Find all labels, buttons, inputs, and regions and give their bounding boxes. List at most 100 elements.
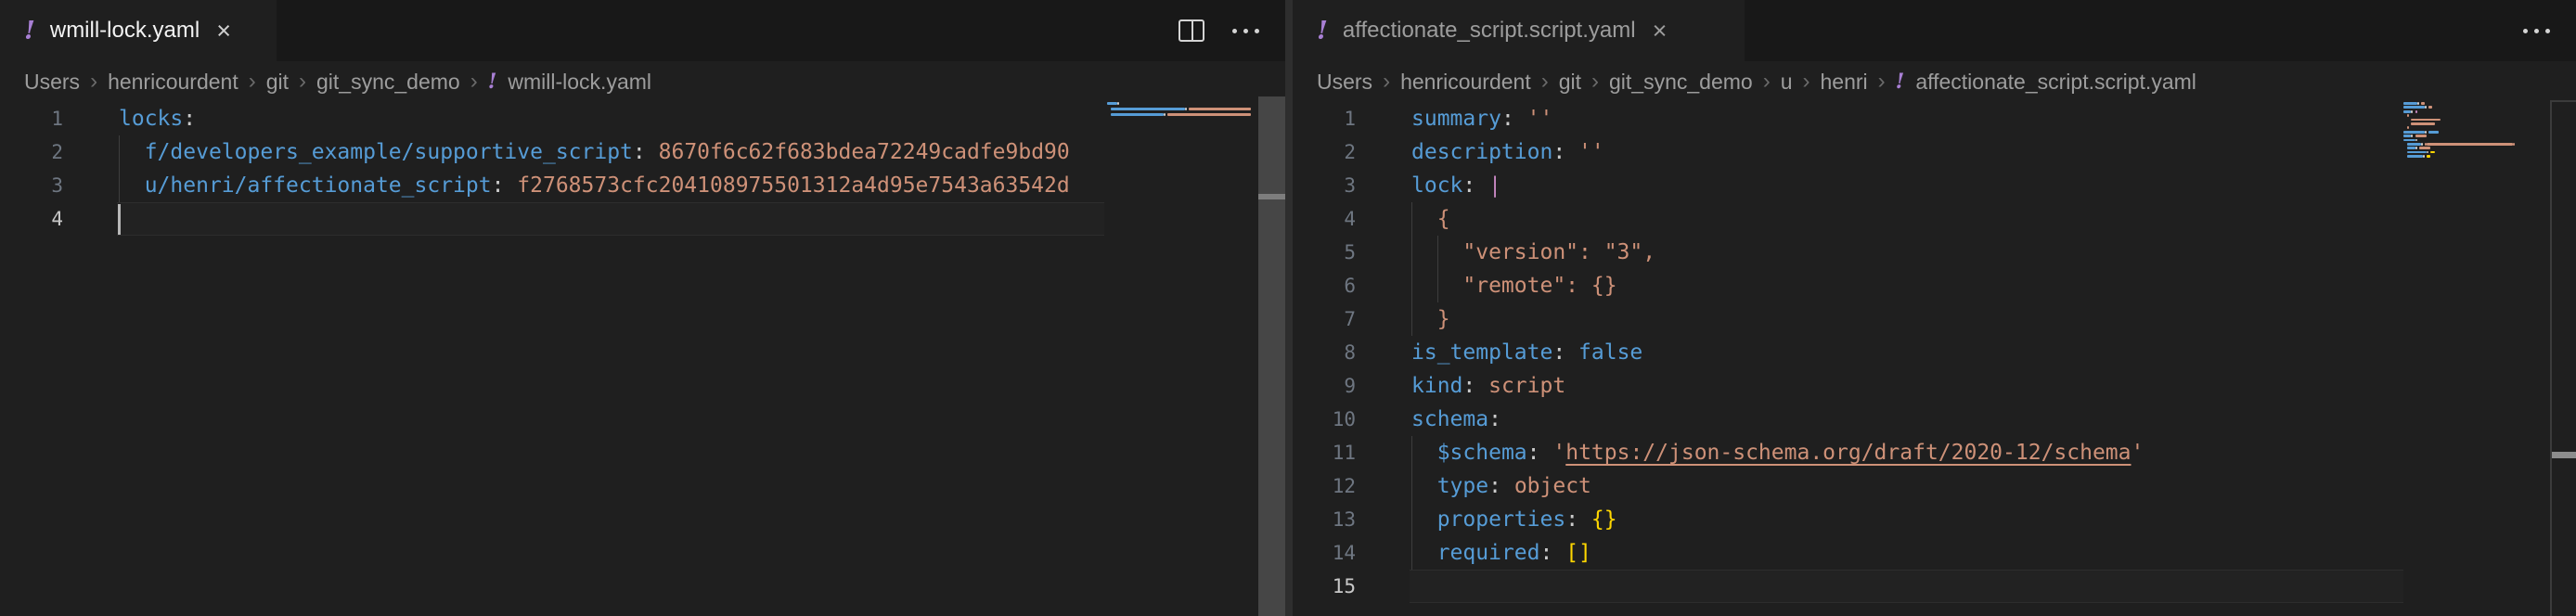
line-number: 11: [1293, 436, 1356, 469]
yaml-file-icon: !: [1896, 70, 1905, 94]
code-token: schema: [1411, 407, 1488, 431]
minimap[interactable]: [2403, 102, 2544, 163]
breadcrumb-separator-icon: ›: [249, 69, 256, 95]
line-number: 9: [1293, 369, 1356, 403]
breadcrumb-file[interactable]: wmill-lock.yaml: [508, 70, 651, 95]
code-line: f/developers_example/supportive_script: …: [117, 135, 1104, 169]
code-editor[interactable]: 1summary: ''2description: ''3lock: |4 {5…: [1293, 102, 2576, 616]
code-token: "version": "3",: [1462, 240, 1655, 264]
code-line: $schema: 'https://json-schema.org/draft/…: [1410, 436, 2403, 469]
code-token: kind: [1411, 374, 1462, 398]
overview-ruler-border: [2550, 100, 2552, 616]
breadcrumb-item[interactable]: henricourdent: [1400, 70, 1531, 95]
breadcrumb-separator-icon: ›: [470, 69, 478, 95]
breadcrumb-item[interactable]: git: [1559, 70, 1581, 95]
tab-wmill-lock-yaml[interactable]: ! wmill-lock.yaml ×: [0, 0, 277, 61]
code-token: required: [1437, 541, 1540, 565]
breadcrumb-item[interactable]: git_sync_demo: [316, 70, 460, 95]
code-token: [1552, 541, 1565, 565]
code-token: [1578, 507, 1591, 532]
breadcrumb-separator-icon: ›: [1803, 69, 1810, 95]
more-actions-icon[interactable]: [2523, 29, 2550, 33]
code-token: properties: [1437, 507, 1565, 532]
code-token: :: [1527, 441, 1540, 465]
editor-group-right: ! affectionate_script.script.yaml × User…: [1293, 0, 2576, 616]
code-token: is_template: [1411, 340, 1552, 365]
breadcrumb-separator-icon: ›: [1763, 69, 1771, 95]
code-token: u/henri/affectionate_script: [145, 173, 492, 198]
code-token: {: [1437, 207, 1450, 231]
yaml-file-icon: !: [488, 70, 497, 94]
code-token: :: [492, 173, 505, 198]
tab-bar: ! wmill-lock.yaml ×: [0, 0, 1285, 61]
minimap[interactable]: [1107, 102, 1258, 124]
code-token: ': [2132, 441, 2145, 465]
breadcrumb-item[interactable]: henricourdent: [108, 70, 238, 95]
code-token: :: [1552, 340, 1565, 365]
code-line: {: [1410, 202, 2403, 236]
code-line: lock: |: [1410, 169, 2403, 202]
code-line: u/henri/affectionate_script: f2768573cfc…: [117, 169, 1104, 202]
editor-group-left: ! wmill-lock.yaml × Users › henricourdent ›…: [0, 0, 1285, 616]
editor-group-divider[interactable]: [1285, 0, 1293, 616]
line-number: 7: [1293, 302, 1356, 336]
more-actions-icon[interactable]: [1232, 29, 1259, 33]
code-editor[interactable]: 1locks:2 f/developers_example/supportive…: [0, 102, 1285, 616]
code-token: [1565, 140, 1578, 164]
schema-url-link[interactable]: https://json-schema.org/draft/2020-12/sc…: [1565, 441, 2131, 465]
code-token: :: [1501, 107, 1514, 131]
code-token: :: [1488, 474, 1501, 498]
code-token: description: [1411, 140, 1552, 164]
code-token: [1514, 107, 1527, 131]
split-editor-icon[interactable]: [1179, 19, 1204, 42]
code-line: }: [1410, 302, 2403, 336]
vertical-scrollbar[interactable]: [1258, 96, 1285, 616]
line-number: 12: [1293, 469, 1356, 503]
code-line: kind: script: [1410, 369, 2403, 403]
code-line: summary: '': [1410, 102, 2403, 135]
minimap-line: [1107, 119, 1258, 124]
code-line: required: []: [1410, 536, 2403, 570]
tab-affectionate-script-yaml[interactable]: ! affectionate_script.script.yaml ×: [1293, 0, 1745, 61]
code-token: :: [1488, 407, 1501, 431]
breadcrumb-item[interactable]: Users: [24, 70, 80, 95]
code-token: f2768573cfc204108975501312a4d95e7543a635…: [517, 173, 1069, 198]
code-token: [1411, 274, 1462, 298]
line-number: 1: [0, 102, 63, 135]
code-token: [1411, 541, 1437, 565]
code-token: [1411, 507, 1437, 532]
breadcrumb-item[interactable]: Users: [1317, 70, 1372, 95]
line-number: 8: [1293, 336, 1356, 369]
code-line: [1410, 570, 2403, 603]
code-line: description: '': [1410, 135, 2403, 169]
breadcrumb-item[interactable]: git_sync_demo: [1609, 70, 1753, 95]
breadcrumb-item[interactable]: git: [266, 70, 289, 95]
code-token: [646, 140, 659, 164]
code-line: "version": "3",: [1410, 236, 2403, 269]
code-token: }: [1437, 307, 1450, 331]
overview-ruler-border-top: [2550, 100, 2576, 102]
code-token: [1411, 307, 1437, 331]
close-icon[interactable]: ×: [216, 19, 231, 44]
code-token: $schema: [1437, 441, 1527, 465]
code-token: [119, 140, 145, 164]
code-token: 8670f6c62f683bdea72249cadfe9bd90: [659, 140, 1070, 164]
code-token: f/developers_example/supportive_script: [145, 140, 633, 164]
breadcrumb-item[interactable]: u: [1781, 70, 1793, 95]
close-icon[interactable]: ×: [1653, 19, 1668, 44]
text-cursor: [118, 204, 121, 235]
code-token: []: [1565, 541, 1591, 565]
code-token: script: [1488, 374, 1565, 398]
code-token: [1540, 441, 1553, 465]
code-line: properties: {}: [1410, 503, 2403, 536]
code-token: [119, 173, 145, 198]
code-token: :: [633, 140, 646, 164]
code-token: [1475, 374, 1488, 398]
breadcrumb-file[interactable]: affectionate_script.script.yaml: [1915, 70, 2196, 95]
line-number: 4: [1293, 202, 1356, 236]
breadcrumb-item[interactable]: henri: [1821, 70, 1868, 95]
tab-label: affectionate_script.script.yaml: [1343, 18, 1636, 44]
code-line: locks:: [117, 102, 1104, 135]
code-token: [1475, 173, 1488, 198]
code-token: [1411, 441, 1437, 465]
